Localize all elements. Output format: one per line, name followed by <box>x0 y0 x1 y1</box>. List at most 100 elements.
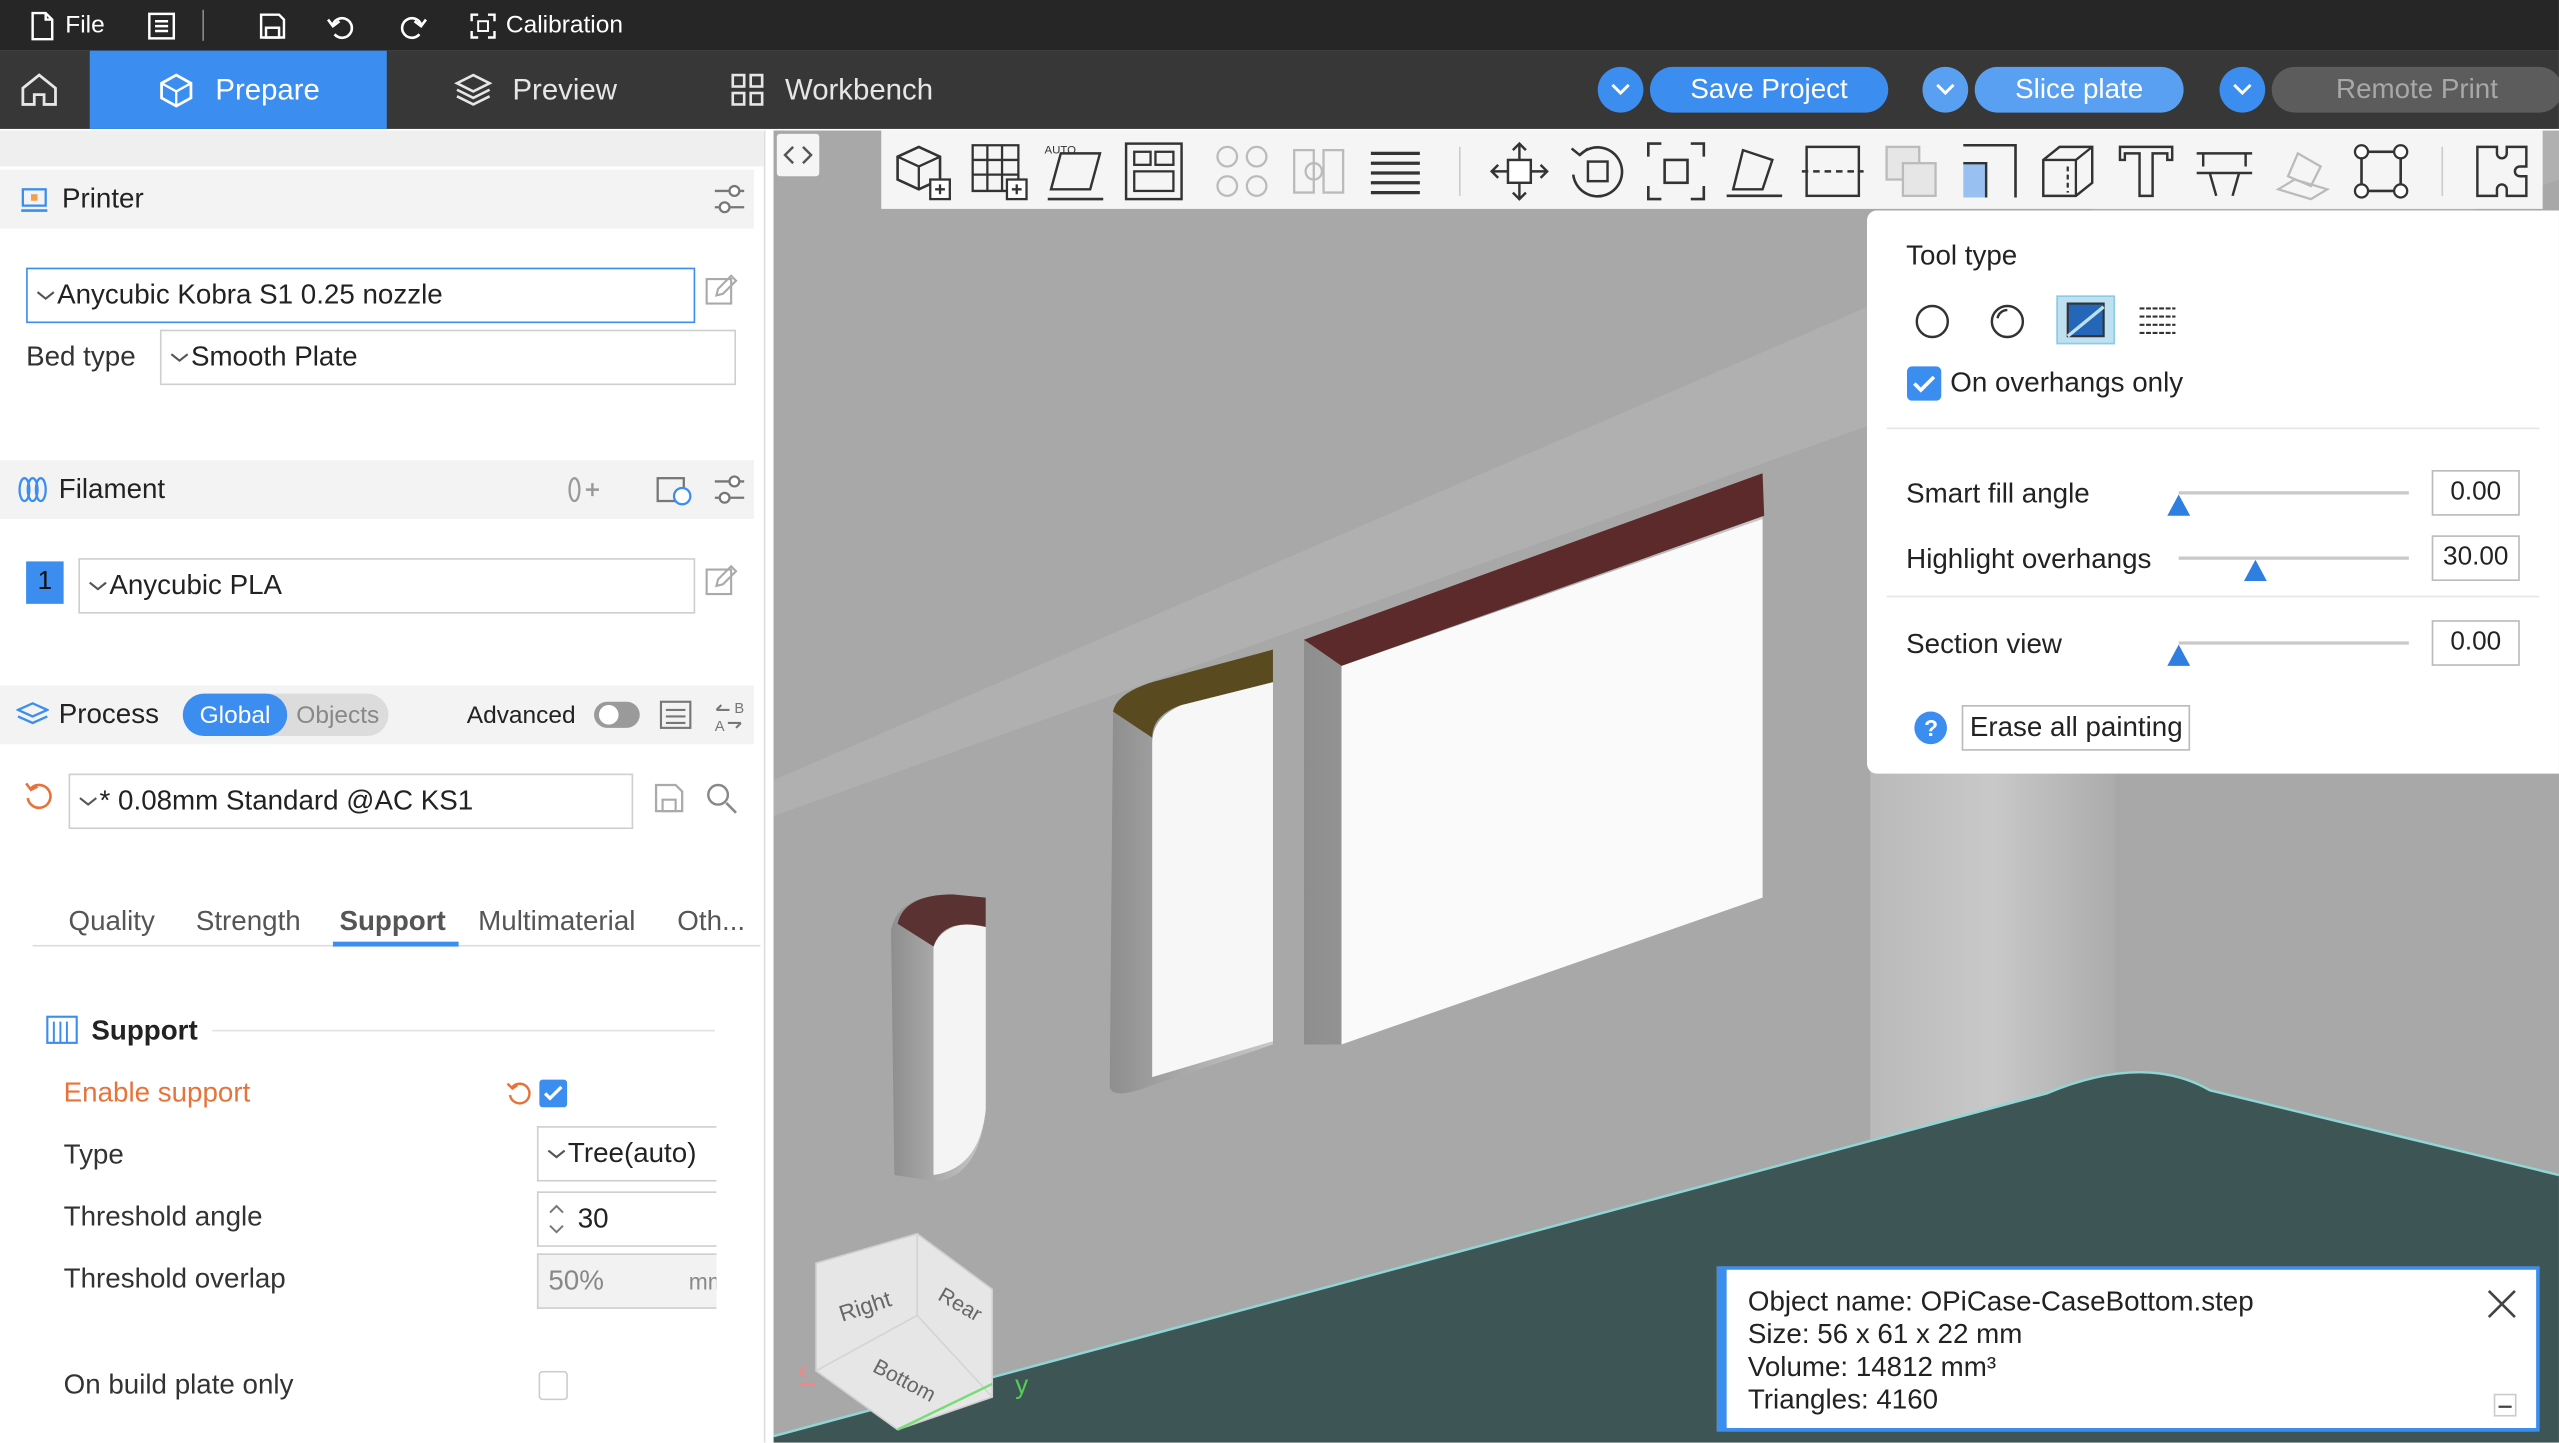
chevron-down-icon <box>34 287 57 303</box>
rotate-icon[interactable] <box>1567 140 1629 202</box>
circle-tool-icon[interactable] <box>1914 304 1950 340</box>
undo-icon[interactable] <box>326 0 355 51</box>
close-icon[interactable] <box>2484 1286 2520 1322</box>
tab-support[interactable]: Support <box>339 906 445 939</box>
remote-print-group: Remote Print <box>2219 65 2559 114</box>
highlight-overhangs-value[interactable]: 30.00 <box>2431 535 2520 581</box>
advanced-switch[interactable] <box>594 701 640 728</box>
enable-support-checkbox[interactable] <box>539 1079 568 1108</box>
collapse-info-icon[interactable] <box>2493 1393 2517 1417</box>
lay-on-face-icon[interactable] <box>1723 140 1785 202</box>
threshold-overlap-field[interactable]: 50% mm <box>536 1253 717 1309</box>
on-overhangs-only-checkbox[interactable] <box>1906 366 1942 402</box>
fill-tool-icon[interactable] <box>2056 295 2116 345</box>
split-parts-icon[interactable] <box>1288 140 1350 202</box>
view-cube[interactable]: Right Rear Bottom x y <box>799 1221 1045 1443</box>
remote-print-button[interactable]: Remote Print <box>2271 66 2559 113</box>
sphere-tool-icon[interactable] <box>1989 304 2025 340</box>
list-icon[interactable] <box>147 0 176 51</box>
add-plate-icon[interactable] <box>968 140 1030 202</box>
smart-fill-angle-value[interactable]: 0.00 <box>2431 470 2520 516</box>
highlight-overhangs-slider[interactable] <box>2178 556 2409 560</box>
highlight-overhangs-thumb[interactable] <box>2243 559 2267 581</box>
save-project-dropdown[interactable] <box>1597 66 1644 113</box>
home-icon <box>20 72 59 108</box>
scale-icon[interactable] <box>1645 140 1707 202</box>
tab-others[interactable]: Oth... <box>677 906 745 939</box>
save-project-button[interactable]: Save Project <box>1649 66 1889 113</box>
assembly-icon[interactable] <box>2272 140 2334 202</box>
toggle-global[interactable]: Global <box>182 693 288 737</box>
calibration-menu[interactable]: Calibration <box>470 0 623 51</box>
threshold-angle-spinner[interactable]: 30 <box>536 1191 717 1247</box>
on-build-plate-only-checkbox[interactable] <box>538 1370 568 1401</box>
process-list-icon[interactable] <box>659 698 692 731</box>
edit-filament-icon[interactable] <box>705 564 738 598</box>
boolean-icon[interactable] <box>1880 140 1942 202</box>
home-button[interactable] <box>20 51 62 129</box>
support-type-select[interactable]: Tree(auto) <box>536 1126 717 1182</box>
layers-icon[interactable] <box>1364 140 1426 202</box>
spinner-arrows-icon[interactable] <box>545 1200 568 1239</box>
toggle-objects[interactable]: Objects <box>287 694 388 736</box>
printer-select[interactable]: Anycubic Kobra S1 0.25 nozzle <box>26 267 696 324</box>
seam-painting-icon[interactable] <box>2037 140 2099 202</box>
tab-preview[interactable]: Preview <box>454 51 617 129</box>
tab-quality[interactable]: Quality <box>69 906 155 939</box>
section-view-thumb[interactable] <box>2167 644 2191 666</box>
chevron-down-icon <box>1611 83 1631 96</box>
add-filament-icon[interactable] <box>565 473 601 506</box>
enable-support-label: Enable support <box>63 1077 251 1109</box>
fit-view-icon[interactable] <box>2350 140 2412 202</box>
menu-bar: File Calibration <box>0 0 2559 51</box>
split-objects-icon[interactable] <box>1211 140 1273 202</box>
filament-settings-icon[interactable] <box>712 473 748 506</box>
tab-multimaterial[interactable]: Multimaterial <box>478 906 635 939</box>
text-icon[interactable] <box>2115 140 2177 202</box>
printer-settings-icon[interactable] <box>712 183 748 216</box>
add-object-icon[interactable] <box>891 140 953 202</box>
process-section-header: Process Global Objects Advanced AB <box>0 685 754 745</box>
save-preset-icon[interactable] <box>653 782 686 815</box>
filament-select[interactable]: Anycubic PLA <box>78 558 696 614</box>
section-view-slider[interactable] <box>2178 641 2409 645</box>
process-compare-icon[interactable]: AB <box>712 698 748 734</box>
svg-text:B: B <box>734 701 744 717</box>
edit-printer-icon[interactable] <box>705 274 738 307</box>
help-icon[interactable]: ? <box>1913 710 1949 746</box>
slice-plate-button[interactable]: Slice plate <box>1974 66 2184 113</box>
arrange-icon[interactable] <box>1123 140 1185 202</box>
tab-prepare[interactable]: Prepare <box>89 50 387 129</box>
smart-fill-angle-thumb[interactable] <box>2167 494 2191 516</box>
support-painting-icon[interactable] <box>1958 140 2020 202</box>
tab-strength[interactable]: Strength <box>196 906 301 939</box>
collapse-sidebar-button[interactable] <box>776 133 820 177</box>
tab-workbench-label: Workbench <box>784 72 934 106</box>
measure-icon[interactable] <box>2193 140 2255 202</box>
remote-print-dropdown[interactable] <box>2219 66 2266 113</box>
process-preset-select[interactable]: * 0.08mm Standard @AC KS1 <box>68 773 634 830</box>
object-size: Size: 56 x 61 x 22 mm <box>1747 1318 2023 1350</box>
section-view-value[interactable]: 0.00 <box>2431 620 2520 666</box>
search-icon[interactable] <box>705 782 738 815</box>
move-icon[interactable] <box>1488 140 1550 202</box>
filament-sync-icon[interactable] <box>656 473 692 506</box>
auto-orient-icon[interactable]: AUTO <box>1044 140 1106 202</box>
reset-enable-support-icon[interactable] <box>506 1080 535 1109</box>
bed-type-select[interactable]: Smooth Plate <box>159 329 737 386</box>
erase-all-painting-button[interactable]: Erase all painting <box>1961 705 2191 751</box>
slice-plate-dropdown[interactable] <box>1922 66 1969 113</box>
tab-workbench[interactable]: Workbench <box>730 51 934 129</box>
save-icon[interactable] <box>258 0 287 51</box>
smart-fill-angle-slider[interactable] <box>2178 491 2409 495</box>
redo-icon[interactable] <box>398 0 427 51</box>
filament-slot-badge[interactable]: 1 <box>26 561 64 604</box>
panel-divider <box>1886 595 2540 598</box>
printer-icon <box>20 186 49 215</box>
prepare-icon <box>157 72 196 108</box>
puzzle-icon[interactable] <box>2471 140 2533 202</box>
reset-preset-icon[interactable] <box>23 780 56 813</box>
cut-icon[interactable] <box>1801 140 1864 202</box>
gap-fill-tool-icon[interactable] <box>2138 304 2177 340</box>
file-menu[interactable]: File <box>29 0 105 51</box>
